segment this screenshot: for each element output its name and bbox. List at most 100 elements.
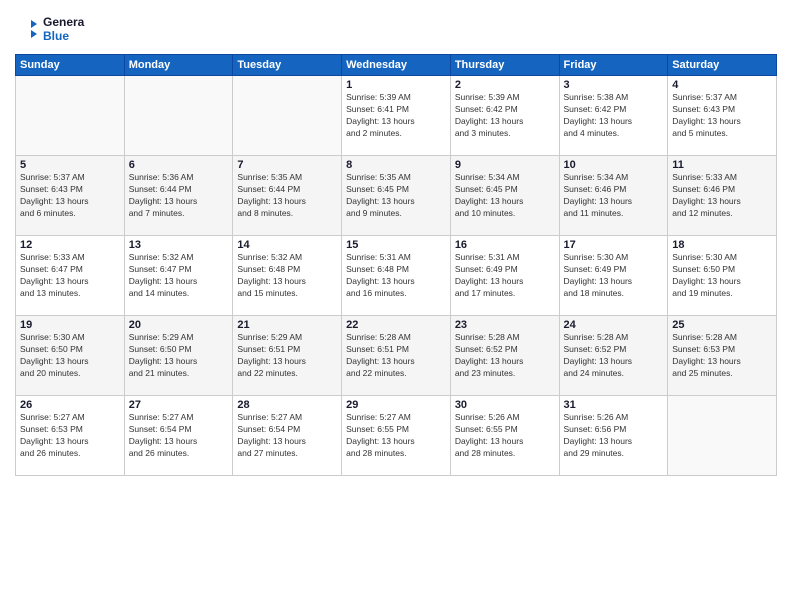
- day-number: 27: [129, 399, 229, 411]
- calendar-cell: 20Sunrise: 5:29 AM Sunset: 6:50 PM Dayli…: [124, 316, 233, 396]
- calendar-header-row: SundayMondayTuesdayWednesdayThursdayFrid…: [16, 55, 777, 76]
- calendar-header-day: Thursday: [450, 55, 559, 76]
- day-info: Sunrise: 5:26 AM Sunset: 6:55 PM Dayligh…: [455, 412, 555, 460]
- calendar-cell: 21Sunrise: 5:29 AM Sunset: 6:51 PM Dayli…: [233, 316, 342, 396]
- calendar-cell: 5Sunrise: 5:37 AM Sunset: 6:43 PM Daylig…: [16, 156, 125, 236]
- calendar-header-day: Saturday: [668, 55, 777, 76]
- day-info: Sunrise: 5:28 AM Sunset: 6:52 PM Dayligh…: [455, 332, 555, 380]
- calendar-cell: 19Sunrise: 5:30 AM Sunset: 6:50 PM Dayli…: [16, 316, 125, 396]
- calendar-cell: [668, 396, 777, 476]
- calendar-cell: 8Sunrise: 5:35 AM Sunset: 6:45 PM Daylig…: [342, 156, 451, 236]
- calendar-week-row: 5Sunrise: 5:37 AM Sunset: 6:43 PM Daylig…: [16, 156, 777, 236]
- calendar-cell: 15Sunrise: 5:31 AM Sunset: 6:48 PM Dayli…: [342, 236, 451, 316]
- day-info: Sunrise: 5:30 AM Sunset: 6:50 PM Dayligh…: [20, 332, 120, 380]
- day-info: Sunrise: 5:38 AM Sunset: 6:42 PM Dayligh…: [564, 92, 664, 140]
- calendar-cell: 25Sunrise: 5:28 AM Sunset: 6:53 PM Dayli…: [668, 316, 777, 396]
- day-info: Sunrise: 5:34 AM Sunset: 6:46 PM Dayligh…: [564, 172, 664, 220]
- day-number: 8: [346, 159, 446, 171]
- day-info: Sunrise: 5:29 AM Sunset: 6:51 PM Dayligh…: [237, 332, 337, 380]
- day-info: Sunrise: 5:30 AM Sunset: 6:50 PM Dayligh…: [672, 252, 772, 300]
- calendar-cell: 18Sunrise: 5:30 AM Sunset: 6:50 PM Dayli…: [668, 236, 777, 316]
- day-info: Sunrise: 5:35 AM Sunset: 6:44 PM Dayligh…: [237, 172, 337, 220]
- calendar-cell: [233, 76, 342, 156]
- day-info: Sunrise: 5:26 AM Sunset: 6:56 PM Dayligh…: [564, 412, 664, 460]
- calendar-cell: 27Sunrise: 5:27 AM Sunset: 6:54 PM Dayli…: [124, 396, 233, 476]
- calendar-table: SundayMondayTuesdayWednesdayThursdayFrid…: [15, 54, 777, 476]
- calendar-week-row: 1Sunrise: 5:39 AM Sunset: 6:41 PM Daylig…: [16, 76, 777, 156]
- day-info: Sunrise: 5:28 AM Sunset: 6:53 PM Dayligh…: [672, 332, 772, 380]
- logo: GeneralBlue: [15, 10, 85, 50]
- day-info: Sunrise: 5:37 AM Sunset: 6:43 PM Dayligh…: [20, 172, 120, 220]
- day-info: Sunrise: 5:32 AM Sunset: 6:48 PM Dayligh…: [237, 252, 337, 300]
- day-info: Sunrise: 5:27 AM Sunset: 6:54 PM Dayligh…: [129, 412, 229, 460]
- calendar-cell: 7Sunrise: 5:35 AM Sunset: 6:44 PM Daylig…: [233, 156, 342, 236]
- day-number: 11: [672, 159, 772, 171]
- calendar-header-day: Sunday: [16, 55, 125, 76]
- day-info: Sunrise: 5:31 AM Sunset: 6:48 PM Dayligh…: [346, 252, 446, 300]
- day-number: 18: [672, 239, 772, 251]
- day-number: 10: [564, 159, 664, 171]
- calendar-header-day: Friday: [559, 55, 668, 76]
- day-number: 6: [129, 159, 229, 171]
- day-number: 12: [20, 239, 120, 251]
- day-number: 20: [129, 319, 229, 331]
- day-number: 2: [455, 79, 555, 91]
- day-number: 17: [564, 239, 664, 251]
- calendar-cell: 12Sunrise: 5:33 AM Sunset: 6:47 PM Dayli…: [16, 236, 125, 316]
- calendar-cell: 23Sunrise: 5:28 AM Sunset: 6:52 PM Dayli…: [450, 316, 559, 396]
- day-info: Sunrise: 5:33 AM Sunset: 6:47 PM Dayligh…: [20, 252, 120, 300]
- day-info: Sunrise: 5:28 AM Sunset: 6:51 PM Dayligh…: [346, 332, 446, 380]
- day-info: Sunrise: 5:39 AM Sunset: 6:42 PM Dayligh…: [455, 92, 555, 140]
- calendar-cell: 14Sunrise: 5:32 AM Sunset: 6:48 PM Dayli…: [233, 236, 342, 316]
- day-number: 7: [237, 159, 337, 171]
- calendar-cell: 16Sunrise: 5:31 AM Sunset: 6:49 PM Dayli…: [450, 236, 559, 316]
- calendar-cell: 26Sunrise: 5:27 AM Sunset: 6:53 PM Dayli…: [16, 396, 125, 476]
- calendar-header-day: Monday: [124, 55, 233, 76]
- svg-text:General: General: [43, 15, 85, 29]
- calendar-cell: 10Sunrise: 5:34 AM Sunset: 6:46 PM Dayli…: [559, 156, 668, 236]
- header: GeneralBlue: [15, 10, 777, 50]
- day-info: Sunrise: 5:32 AM Sunset: 6:47 PM Dayligh…: [129, 252, 229, 300]
- day-info: Sunrise: 5:37 AM Sunset: 6:43 PM Dayligh…: [672, 92, 772, 140]
- day-number: 1: [346, 79, 446, 91]
- day-number: 19: [20, 319, 120, 331]
- day-info: Sunrise: 5:27 AM Sunset: 6:53 PM Dayligh…: [20, 412, 120, 460]
- calendar-cell: [16, 76, 125, 156]
- calendar-cell: 1Sunrise: 5:39 AM Sunset: 6:41 PM Daylig…: [342, 76, 451, 156]
- day-number: 26: [20, 399, 120, 411]
- calendar-header-day: Wednesday: [342, 55, 451, 76]
- day-info: Sunrise: 5:28 AM Sunset: 6:52 PM Dayligh…: [564, 332, 664, 380]
- day-number: 25: [672, 319, 772, 331]
- day-number: 16: [455, 239, 555, 251]
- day-number: 24: [564, 319, 664, 331]
- calendar-week-row: 19Sunrise: 5:30 AM Sunset: 6:50 PM Dayli…: [16, 316, 777, 396]
- day-number: 30: [455, 399, 555, 411]
- day-number: 23: [455, 319, 555, 331]
- day-number: 3: [564, 79, 664, 91]
- day-info: Sunrise: 5:33 AM Sunset: 6:46 PM Dayligh…: [672, 172, 772, 220]
- calendar-cell: 4Sunrise: 5:37 AM Sunset: 6:43 PM Daylig…: [668, 76, 777, 156]
- day-number: 22: [346, 319, 446, 331]
- calendar-cell: 22Sunrise: 5:28 AM Sunset: 6:51 PM Dayli…: [342, 316, 451, 396]
- day-number: 14: [237, 239, 337, 251]
- day-info: Sunrise: 5:27 AM Sunset: 6:54 PM Dayligh…: [237, 412, 337, 460]
- calendar-cell: 11Sunrise: 5:33 AM Sunset: 6:46 PM Dayli…: [668, 156, 777, 236]
- calendar-week-row: 12Sunrise: 5:33 AM Sunset: 6:47 PM Dayli…: [16, 236, 777, 316]
- day-number: 13: [129, 239, 229, 251]
- day-number: 15: [346, 239, 446, 251]
- page-container: GeneralBlue SundayMondayTuesdayWednesday…: [0, 0, 792, 612]
- day-info: Sunrise: 5:31 AM Sunset: 6:49 PM Dayligh…: [455, 252, 555, 300]
- day-info: Sunrise: 5:39 AM Sunset: 6:41 PM Dayligh…: [346, 92, 446, 140]
- day-info: Sunrise: 5:34 AM Sunset: 6:45 PM Dayligh…: [455, 172, 555, 220]
- calendar-cell: 31Sunrise: 5:26 AM Sunset: 6:56 PM Dayli…: [559, 396, 668, 476]
- calendar-cell: 6Sunrise: 5:36 AM Sunset: 6:44 PM Daylig…: [124, 156, 233, 236]
- logo-icon: GeneralBlue: [15, 10, 85, 50]
- calendar-cell: 13Sunrise: 5:32 AM Sunset: 6:47 PM Dayli…: [124, 236, 233, 316]
- day-number: 28: [237, 399, 337, 411]
- calendar-header-day: Tuesday: [233, 55, 342, 76]
- day-number: 4: [672, 79, 772, 91]
- calendar-cell: 2Sunrise: 5:39 AM Sunset: 6:42 PM Daylig…: [450, 76, 559, 156]
- calendar-cell: 30Sunrise: 5:26 AM Sunset: 6:55 PM Dayli…: [450, 396, 559, 476]
- calendar-cell: 24Sunrise: 5:28 AM Sunset: 6:52 PM Dayli…: [559, 316, 668, 396]
- calendar-cell: 17Sunrise: 5:30 AM Sunset: 6:49 PM Dayli…: [559, 236, 668, 316]
